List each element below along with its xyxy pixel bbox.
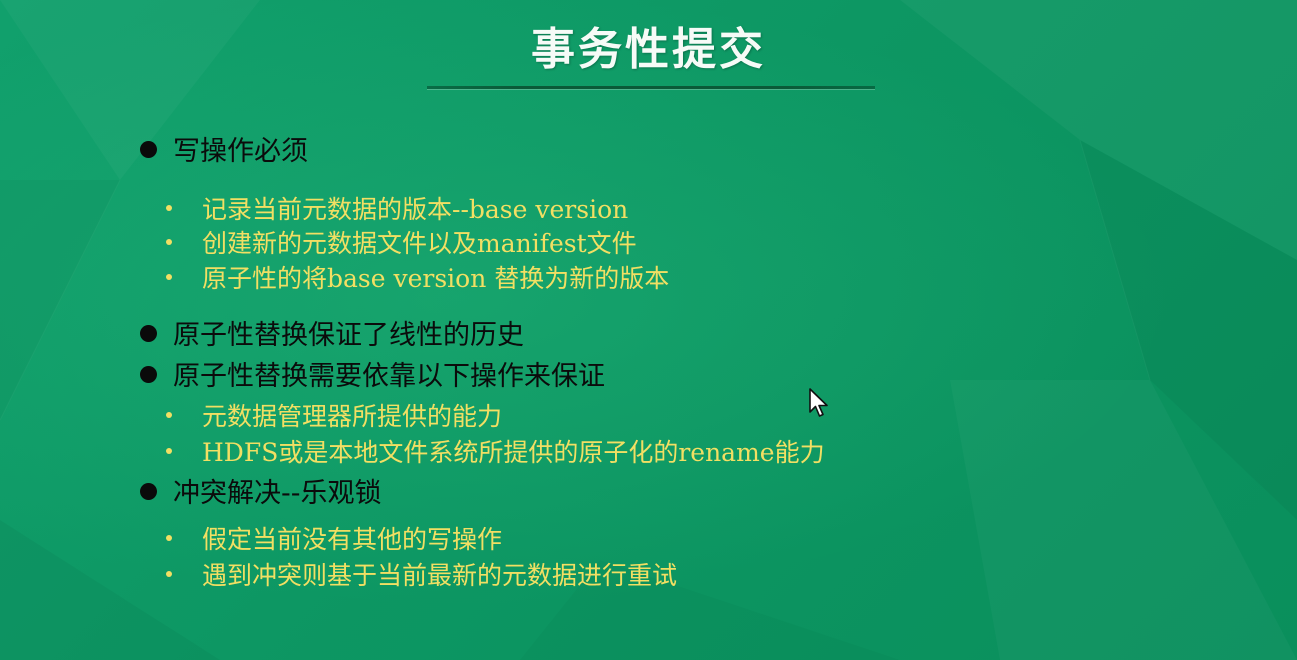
bullet-dot-icon <box>140 483 157 500</box>
bullet-item-4: 冲突解决--乐观锁 <box>140 477 382 511</box>
sub-bullet-item-4-1: 假定当前没有其他的写操作 <box>166 524 502 556</box>
sub-bullet-text: 遇到冲突则基于当前最新的元数据进行重试 <box>202 561 678 590</box>
bullet-text: 原子性替换需要依靠以下操作来保证 <box>173 361 605 392</box>
bullet-dot-icon <box>140 325 157 342</box>
sub-bullet-item-3-2: HDFS或是本地文件系统所提供的原子化的rename能力 <box>166 437 825 469</box>
sub-bullet-item-1-2: 创建新的元数据文件以及manifest文件 <box>166 228 637 260</box>
sub-bullet-text: 原子性的将base version 替换为新的版本 <box>202 264 670 293</box>
slide-title: 事务性提交 <box>531 24 766 75</box>
sub-bullet-item-3-1: 元数据管理器所提供的能力 <box>166 401 502 433</box>
sub-bullet-dot-icon <box>166 412 172 418</box>
bullet-text: 冲突解决--乐观锁 <box>173 478 382 509</box>
bullet-text: 原子性替换保证了线性的历史 <box>173 320 524 351</box>
sub-bullet-text: 假定当前没有其他的写操作 <box>202 525 503 554</box>
bullet-item-1: 写操作必须 <box>140 135 308 169</box>
title-underline <box>427 86 875 89</box>
sub-bullet-dot-icon <box>166 274 172 280</box>
sub-bullet-dot-icon <box>166 205 172 211</box>
sub-bullet-text: 记录当前元数据的版本--base version <box>202 195 629 224</box>
sub-bullet-text: 创建新的元数据文件以及manifest文件 <box>202 229 637 258</box>
bullet-dot-icon <box>140 366 157 383</box>
sub-bullet-item-1-1: 记录当前元数据的版本--base version <box>166 194 628 226</box>
mouse-cursor-icon <box>809 388 828 417</box>
sub-bullet-dot-icon <box>166 535 172 541</box>
sub-bullet-item-1-3: 原子性的将base version 替换为新的版本 <box>166 263 669 295</box>
bullet-text: 写操作必须 <box>173 136 308 167</box>
sub-bullet-text: 元数据管理器所提供的能力 <box>202 402 503 431</box>
sub-bullet-text: HDFS或是本地文件系统所提供的原子化的rename能力 <box>202 438 825 467</box>
bullet-item-3: 原子性替换需要依靠以下操作来保证 <box>140 360 605 394</box>
sub-bullet-dot-icon <box>166 571 172 577</box>
slide: 事务性提交 写操作必须 记录当前元数据的版本--base version 创建新… <box>0 0 1297 660</box>
sub-bullet-dot-icon <box>166 239 172 245</box>
sub-bullet-dot-icon <box>166 448 172 454</box>
sub-bullet-item-4-2: 遇到冲突则基于当前最新的元数据进行重试 <box>166 560 677 592</box>
bullet-item-2: 原子性替换保证了线性的历史 <box>140 319 524 353</box>
bullet-dot-icon <box>140 141 157 158</box>
